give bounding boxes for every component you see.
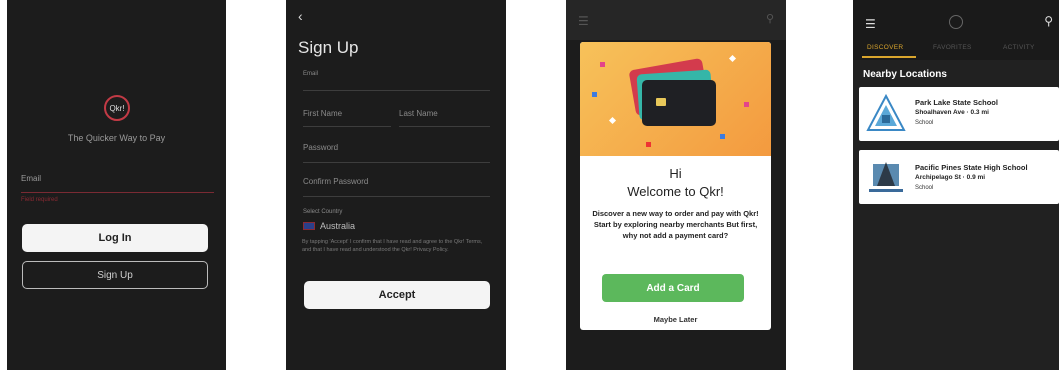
section-title: Nearby Locations	[863, 69, 947, 80]
legal-text: By tapping 'Accept' I confirm that I hav…	[302, 239, 483, 253]
first-name-field[interactable]: First Name	[303, 109, 342, 118]
confetti-shape	[646, 142, 651, 147]
welcome-screen: ☰ ⚲ Hi Welcome to Qkr! Discover a new wa…	[566, 0, 786, 370]
confetti-shape	[744, 102, 749, 107]
email-field-underline	[303, 90, 490, 91]
menu-icon: ☰	[578, 14, 589, 28]
select-country-label: Select Country	[303, 209, 343, 215]
country-select[interactable]: Australia	[320, 221, 355, 231]
signup-button[interactable]: Sign Up	[22, 261, 208, 289]
signup-screen: ‹ Sign Up Email First Name Last Name Pas…	[286, 0, 506, 370]
menu-icon[interactable]: ☰	[865, 17, 876, 31]
password-underline	[303, 162, 490, 163]
location-type: School	[915, 185, 934, 191]
tagline: The Quicker Way to Pay	[67, 133, 166, 143]
confirm-password-field[interactable]: Confirm Password	[303, 177, 368, 186]
search-icon[interactable]: ⚲	[1044, 14, 1053, 28]
confetti-shape	[728, 54, 737, 63]
chip-icon	[656, 98, 666, 106]
confetti-shape	[592, 92, 597, 97]
school-logo-icon	[869, 162, 903, 192]
email-field[interactable]: Email	[303, 71, 318, 77]
modal-body-text: Discover a new way to order and pay with…	[592, 209, 759, 240]
maybe-later-button[interactable]: Maybe Later	[580, 315, 771, 324]
qkr-logo: Qkr!	[104, 95, 130, 121]
modal-greeting: Hi	[669, 166, 682, 181]
australia-flag-icon	[303, 222, 315, 230]
first-name-underline	[303, 126, 391, 127]
card-illustration	[642, 80, 716, 126]
last-name-field[interactable]: Last Name	[399, 109, 438, 118]
top-bar	[566, 0, 786, 40]
discover-screen: ☰ ⚲ DISCOVER FAVORITES ACTIVITY Nearby L…	[853, 0, 1059, 370]
location-type: School	[915, 120, 934, 126]
confetti-shape	[600, 62, 605, 67]
login-screen: Qkr! The Quicker Way to Pay Email Field …	[7, 0, 226, 370]
location-address: Shoalhaven Ave · 0.3 mi	[915, 109, 989, 116]
location-name: Pacific Pines State High School	[915, 163, 1028, 172]
search-icon: ⚲	[765, 13, 774, 25]
back-arrow-icon[interactable]: ‹	[298, 8, 303, 24]
email-field[interactable]: Email	[21, 174, 41, 183]
confirm-password-underline	[303, 196, 490, 197]
add-card-button[interactable]: Add a Card	[602, 274, 744, 302]
active-tab-indicator	[862, 56, 916, 58]
page-title: Sign Up	[298, 38, 359, 57]
location-card[interactable]: Park Lake State School Shoalhaven Ave · …	[859, 87, 1059, 141]
tab-discover[interactable]: DISCOVER	[867, 44, 903, 51]
location-icon[interactable]	[949, 15, 963, 29]
tab-activity[interactable]: ACTIVITY	[1003, 44, 1035, 51]
email-field-underline	[21, 192, 214, 193]
cards-illustration	[580, 42, 771, 156]
welcome-modal: Hi Welcome to Qkr! Discover a new way to…	[580, 42, 771, 330]
modal-title: Welcome to Qkr!	[627, 184, 724, 199]
password-field[interactable]: Password	[303, 143, 338, 152]
accept-button[interactable]: Accept	[304, 281, 490, 309]
location-name: Park Lake State School	[915, 98, 998, 107]
logo-text: Qkr!	[109, 103, 125, 113]
email-error-text: Field required	[21, 197, 58, 203]
confetti-shape	[608, 116, 617, 125]
last-name-underline	[399, 126, 490, 127]
login-button[interactable]: Log In	[22, 224, 208, 252]
tab-favorites[interactable]: FAVORITES	[933, 44, 972, 51]
location-address: Archipelago St · 0.9 mi	[915, 174, 986, 181]
school-logo-icon	[866, 93, 906, 131]
confetti-shape	[720, 134, 725, 139]
top-bar	[853, 0, 1059, 60]
location-card[interactable]: Pacific Pines State High School Archipel…	[859, 150, 1059, 204]
